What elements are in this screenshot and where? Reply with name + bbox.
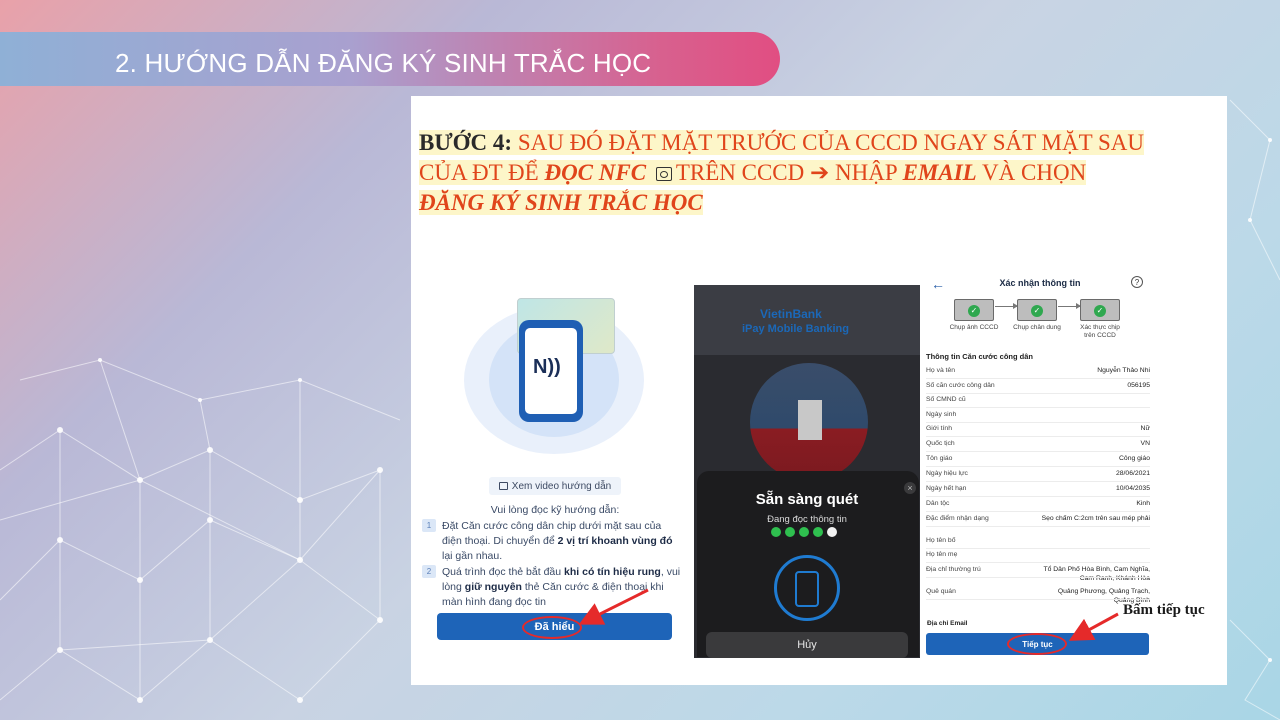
guide-item-text: Quá trình đọc thẻ bắt đầu khi có tín hiệ… [442,566,681,608]
back-arrow-icon[interactable]: ← [931,276,945,292]
info-row-value: Tổ Dân Phố Hòa Bình, Cam Nghĩa, Cam Ranh… [1043,566,1150,582]
info-row-label: Ngày sinh [926,411,957,418]
info-row-label: Quê quán [926,588,956,595]
info-row-value: 056195 [1127,382,1150,389]
info-row-value: Công giáo [1119,455,1150,462]
cancel-button[interactable]: Hủy [706,632,908,658]
reading-status: Đang đọc thông tin [767,514,847,525]
app-name: iPay Mobile Banking [742,323,849,335]
info-row-label: Giới tính [926,425,952,432]
row-divider [926,496,1150,497]
step-line-1: BƯỚC 4: SAU ĐÓ ĐẶT MẶT TRƯỚC CỦA CCCD NG… [419,130,1145,155]
row-divider [926,599,1150,600]
step-instructions: BƯỚC 4: SAU ĐÓ ĐẶT MẶT TRƯỚC CỦA CCCD NG… [419,128,1179,218]
guide-item-text: Đặt Căn cước công dân chip dưới mặt sau … [442,520,673,562]
info-row-label: Ngày hiệu lực [926,470,968,477]
step-label: BƯỚC 4: [419,130,513,155]
help-icon[interactable]: ? [1131,276,1143,288]
info-row-value: Nguyễn Thảo Nhi [1097,367,1150,374]
step-arrow-icon [995,303,1018,309]
continue-callout: Bấm tiếp tục [1123,602,1205,618]
vietinbank-logo: VietinBank [760,307,822,321]
step-line2-b: TRÊN CCCD [675,160,805,185]
watch-video-label: Xem video hướng dẫn [511,480,612,492]
info-row-value: Sẹo chấm C:2cm trên sau mép phải [1041,515,1150,522]
progress-dots [771,527,837,537]
confirm-title: Xác nhận thông tin [999,278,1081,288]
step-line2-c: NHẬP [835,160,897,185]
nfc-icon: N)) [533,356,561,378]
guide-heading: Vui lòng đọc kỹ hướng dẫn: [490,504,620,516]
step-label: Xác thực chip trên CCCD [1080,324,1120,339]
info-row-label: Họ tên bố [926,537,956,544]
row-divider [926,436,1150,437]
check-icon: ✓ [1031,305,1043,317]
row-divider [926,407,1150,408]
info-row-value: VN [1140,440,1150,447]
guide-item-number: 2 [422,565,436,578]
watch-video-link[interactable]: Xem video hướng dẫn [489,477,621,495]
info-row-value: Nữ [1140,425,1150,432]
slide-title: 2. HƯỚNG DẪN ĐĂNG KÝ SINH TRẮC HỌC [115,48,652,78]
progress-dot [799,527,809,537]
row-divider [926,548,1150,549]
info-row-value: 28/06/2021 [1115,470,1150,477]
row-divider [926,393,1150,394]
info-row-label: Số CMND cũ [926,396,966,403]
row-divider [926,577,1150,578]
row-divider [926,451,1150,452]
step-label: Chụp chân dung [1013,324,1061,331]
nfc-card-icon [655,167,672,181]
info-row-label: Đặc điểm nhận dạng [926,515,989,522]
info-row-label: Quốc tịch [926,440,955,447]
info-row-label: Ngày hết hạn [926,485,967,492]
video-play-icon [498,482,508,490]
check-icon: ✓ [968,305,980,317]
info-section-title: Thông tin Căn cước công dân [926,352,1034,361]
city-emblem-gate [798,400,822,440]
info-row-label: Họ và tên [926,367,956,374]
row-divider [926,481,1150,482]
email-section-partial: Địa chỉ Email [927,620,968,627]
info-row-label: Địa chỉ thường trú [926,566,981,573]
progress-dot [813,527,823,537]
check-icon: ✓ [1094,305,1106,317]
step-line-3: ĐĂNG KÝ SINH TRẮC HỌC [419,190,703,215]
step-label: Chụp ảnh CCCD [949,324,999,331]
step-line1-text: SAU ĐÓ ĐẶT MẶT TRƯỚC CỦA CCCD NGAY SÁT M… [517,130,1145,155]
step-line-2: CỦA ĐT ĐỂ ĐỌC NFC TRÊN CCCD ➔ NHẬP EMAIL… [419,160,1087,185]
step-arrow: ➔ [810,160,830,185]
row-divider [926,562,1150,563]
info-row-label: Dân tộc [926,500,950,507]
progress-dot [785,527,795,537]
step-arrow-icon [1058,303,1081,309]
row-divider [926,511,1150,512]
screen-nfc-scan: VietinBank iPay Mobile Banking × Sẵn sàn… [694,285,920,658]
row-divider [926,422,1150,423]
guide-item-number: 1 [422,519,436,532]
step-line2-d: VÀ CHỌN [982,160,1087,185]
step-email-text: EMAIL [902,160,977,185]
guide-item: 1 Đặt Căn cước công dân chip dưới mặt sa… [422,519,684,564]
highlight-circle [1007,633,1067,655]
ready-to-scan-title: Sẵn sàng quét [755,491,859,508]
row-divider [926,526,1150,527]
highlight-circle [522,616,582,639]
progress-dot [771,527,781,537]
row-divider [926,378,1150,379]
progress-dot [827,527,837,537]
row-divider [926,466,1150,467]
info-row-label: Số căn cước công dân [926,382,995,389]
guide-item: 2 Quá trình đọc thẻ bắt đầu khi có tín h… [422,565,684,610]
step-nfc-text: ĐỌC NFC [544,160,647,185]
info-row-label: Tôn giáo [926,455,953,462]
info-row-value: Kinh [1136,500,1150,507]
step-line2-a: CỦA ĐT ĐỂ [419,160,539,185]
info-row-label: Họ tên mẹ [926,551,958,558]
info-row-value: 10/04/2035 [1115,485,1150,492]
phone-icon [795,571,819,607]
